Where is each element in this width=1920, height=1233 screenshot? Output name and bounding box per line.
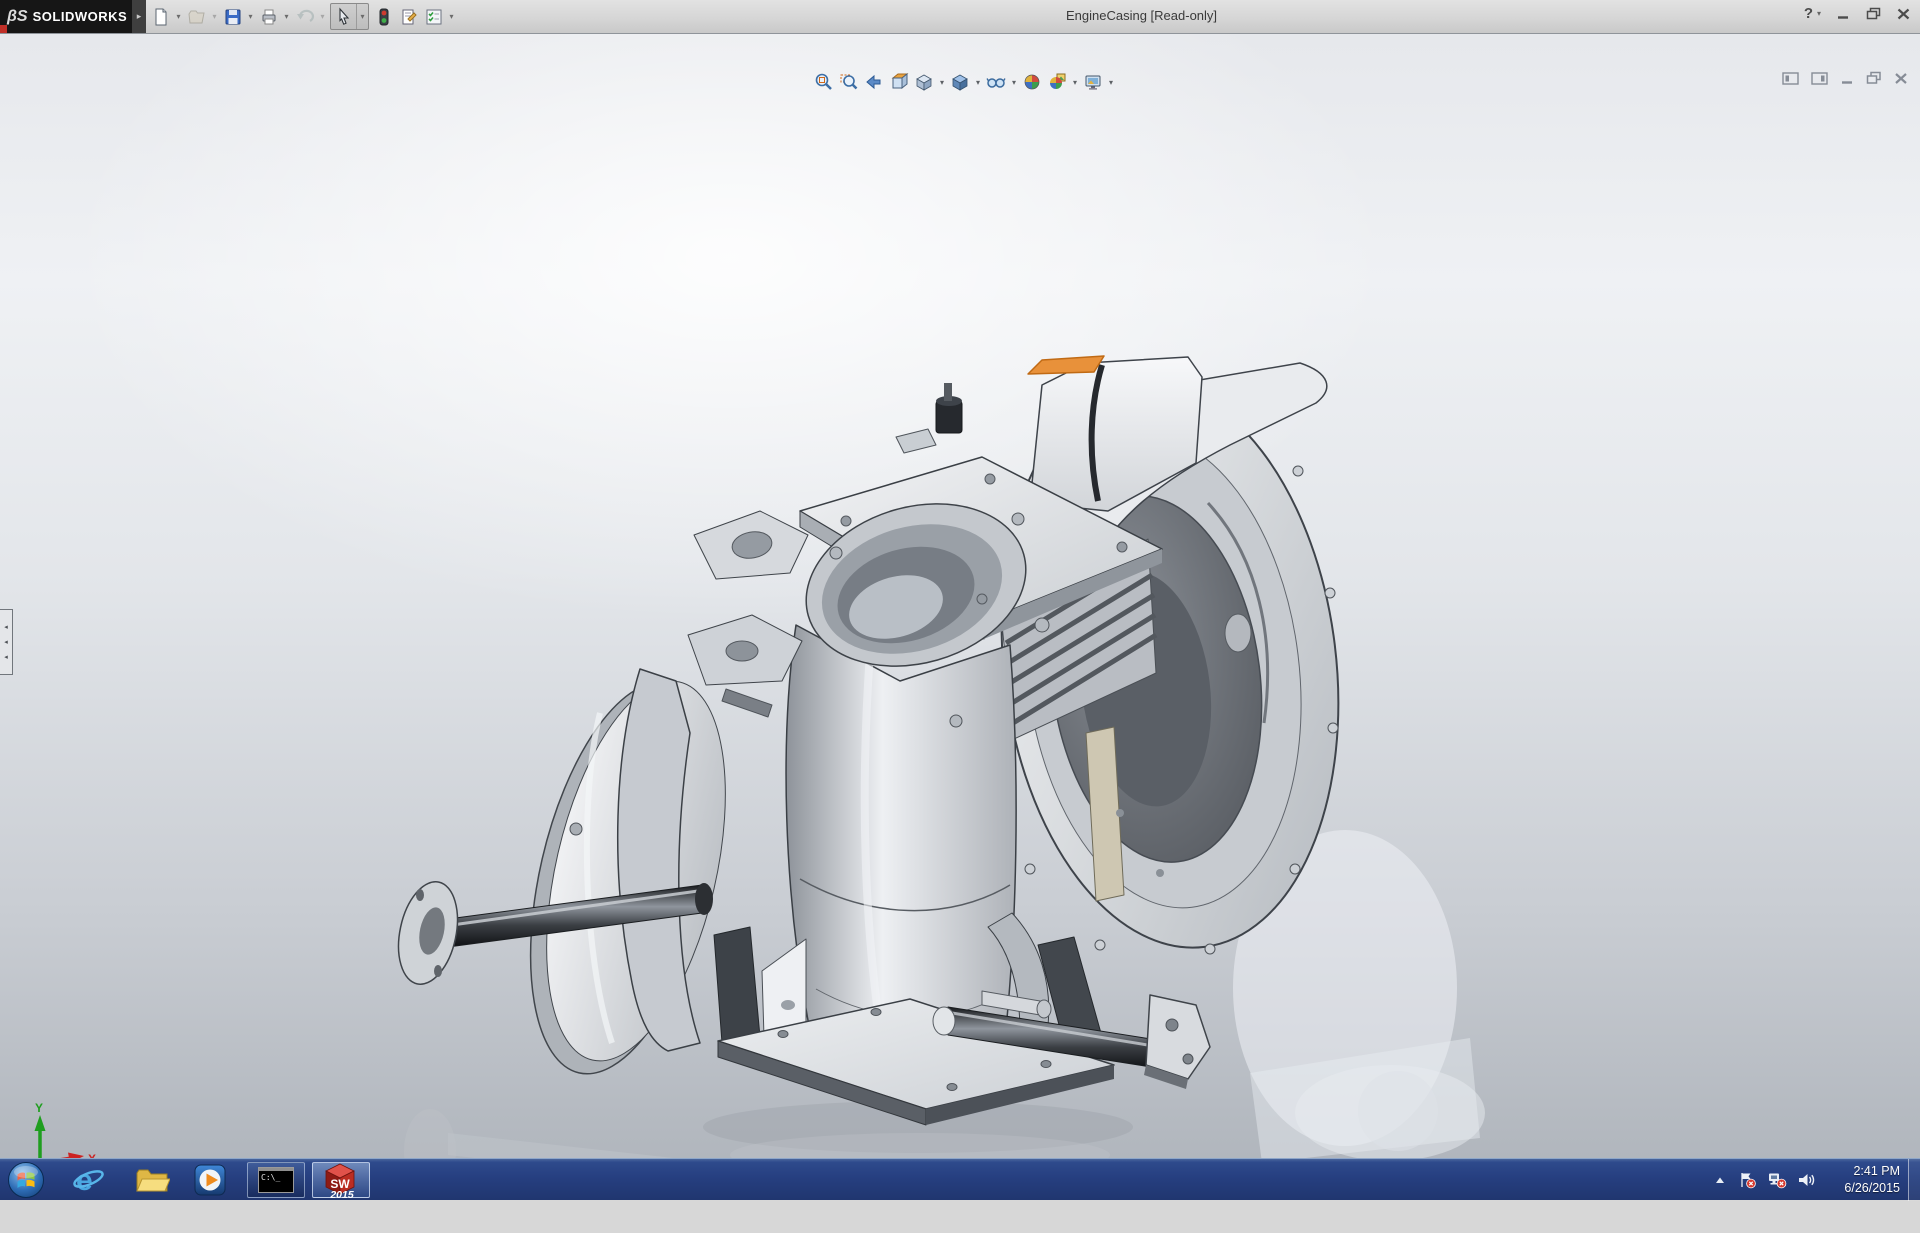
show-feature-pane-icon[interactable]	[1782, 72, 1799, 85]
minimize-icon[interactable]	[1840, 72, 1854, 85]
command-prompt-icon: C:\_	[258, 1167, 294, 1193]
edit-appearance-icon[interactable]	[1020, 70, 1044, 94]
new-document-icon[interactable]	[148, 4, 173, 29]
graphics-viewport[interactable]: ▾ ▾ ▾ ▾ ▾	[0, 33, 1920, 1158]
view-orientation-dropdown[interactable]: ▾	[937, 78, 947, 87]
show-display-pane-icon[interactable]	[1811, 72, 1828, 85]
display-style-dropdown[interactable]: ▾	[973, 78, 983, 87]
save-dropdown[interactable]: ▾	[245, 12, 256, 21]
options-dropdown[interactable]: ▾	[446, 12, 457, 21]
zoom-to-area-icon[interactable]	[837, 70, 861, 94]
document-window-controls	[1782, 71, 1908, 85]
file-properties-icon[interactable]	[396, 4, 421, 29]
hide-show-items-dropdown[interactable]: ▾	[1009, 78, 1019, 87]
window-title: EngineCasing [Read-only]	[1066, 8, 1217, 23]
help-button[interactable]: ?	[1804, 5, 1813, 22]
close-icon[interactable]	[1894, 72, 1908, 85]
internet-explorer-icon: e	[70, 1162, 106, 1198]
display-style-icon[interactable]	[948, 70, 972, 94]
print-dropdown[interactable]: ▾	[281, 12, 292, 21]
media-player-icon	[192, 1162, 228, 1198]
media-player-button[interactable]	[192, 1162, 228, 1198]
command-prompt-button[interactable]: C:\_	[247, 1162, 305, 1198]
restore-window-icon[interactable]	[1866, 7, 1881, 20]
undo-icon[interactable]	[292, 4, 317, 29]
select-cursor-icon[interactable]	[331, 4, 356, 29]
menu-expand-tab[interactable]: ▸	[132, 0, 146, 33]
tray-time: 2:41 PM	[1844, 1163, 1900, 1180]
view-orientation-icon[interactable]	[912, 70, 936, 94]
solidworks-logo: βS SOLIDWORKS	[0, 0, 132, 33]
svg-text:e: e	[76, 1164, 93, 1197]
brand-name: SOLIDWORKS	[33, 9, 128, 24]
chevron-left-icon: ◂	[4, 638, 8, 646]
solidworks-logo-icon: βS	[7, 8, 28, 26]
open-icon[interactable]	[184, 4, 209, 29]
minimize-window-icon[interactable]	[1837, 8, 1850, 20]
apply-scene-icon[interactable]	[1045, 70, 1069, 94]
action-center-icon[interactable]	[1737, 1170, 1757, 1194]
zoom-to-fit-icon[interactable]	[812, 70, 836, 94]
save-icon[interactable]	[220, 4, 245, 29]
network-status-icon[interactable]	[1767, 1170, 1787, 1194]
new-document-dropdown[interactable]: ▾	[173, 12, 184, 21]
command-prompt-text: C:\_	[259, 1171, 293, 1184]
view-settings-dropdown[interactable]: ▾	[1106, 78, 1116, 87]
start-button[interactable]	[6, 1160, 46, 1200]
windows-explorer-button[interactable]	[134, 1162, 170, 1198]
previous-view-icon[interactable]	[862, 70, 886, 94]
titlebar: βS SOLIDWORKS ▸ ▾ ▾ ▾ ▾ ▾ ▾	[0, 0, 1920, 34]
restore-icon[interactable]	[1866, 71, 1882, 85]
apply-scene-dropdown[interactable]: ▾	[1070, 78, 1080, 87]
sw-badge: 2015	[329, 1189, 354, 1199]
section-view-icon[interactable]	[887, 70, 911, 94]
select-tool-group: ▾	[330, 3, 369, 30]
chevron-left-icon: ◂	[4, 623, 8, 631]
show-hidden-icons[interactable]	[1713, 1173, 1727, 1192]
options-icon[interactable]	[421, 4, 446, 29]
select-dropdown[interactable]: ▾	[356, 4, 368, 29]
solidworks-2015-button[interactable]: SW 2015	[312, 1162, 370, 1198]
undo-dropdown[interactable]: ▾	[317, 12, 328, 21]
open-dropdown[interactable]: ▾	[209, 12, 220, 21]
help-dropdown[interactable]: ▾	[1817, 9, 1821, 18]
tray-date: 6/26/2015	[1844, 1180, 1900, 1197]
triad-y-label: Y	[35, 1101, 43, 1115]
show-desktop-button[interactable]	[1908, 1159, 1920, 1201]
hide-show-items-icon[interactable]	[984, 70, 1008, 94]
system-tray	[1713, 1170, 1816, 1194]
solidworks-2015-icon: SW 2015	[321, 1161, 361, 1199]
view-settings-icon[interactable]	[1081, 70, 1105, 94]
clock[interactable]: 2:41 PM 6/26/2015	[1844, 1163, 1900, 1197]
headsup-view-toolbar: ▾ ▾ ▾ ▾ ▾	[812, 70, 1116, 94]
taskbar: e C:\_ SW 2015	[0, 1158, 1920, 1200]
main-toolbar: ▾ ▾ ▾ ▾ ▾ ▾ ▾	[148, 3, 457, 30]
document-icon[interactable]	[0, 25, 7, 33]
window-controls: ? ▾	[1804, 5, 1910, 22]
rebuild-traffic-light-icon[interactable]	[371, 4, 396, 29]
internet-explorer-button[interactable]: e	[70, 1162, 106, 1198]
chevron-left-icon: ◂	[4, 653, 8, 661]
start-orb-icon	[6, 1160, 46, 1200]
selected-face-highlight	[1028, 356, 1104, 374]
featuremanager-collapsed-tab[interactable]: ◂ ◂ ◂	[0, 609, 13, 675]
close-window-icon[interactable]	[1897, 8, 1910, 20]
print-icon[interactable]	[256, 4, 281, 29]
model-geometry	[390, 356, 1370, 1125]
folder-icon	[134, 1162, 170, 1198]
volume-icon[interactable]	[1797, 1171, 1816, 1194]
engine-casing-model[interactable]	[0, 33, 1920, 1233]
